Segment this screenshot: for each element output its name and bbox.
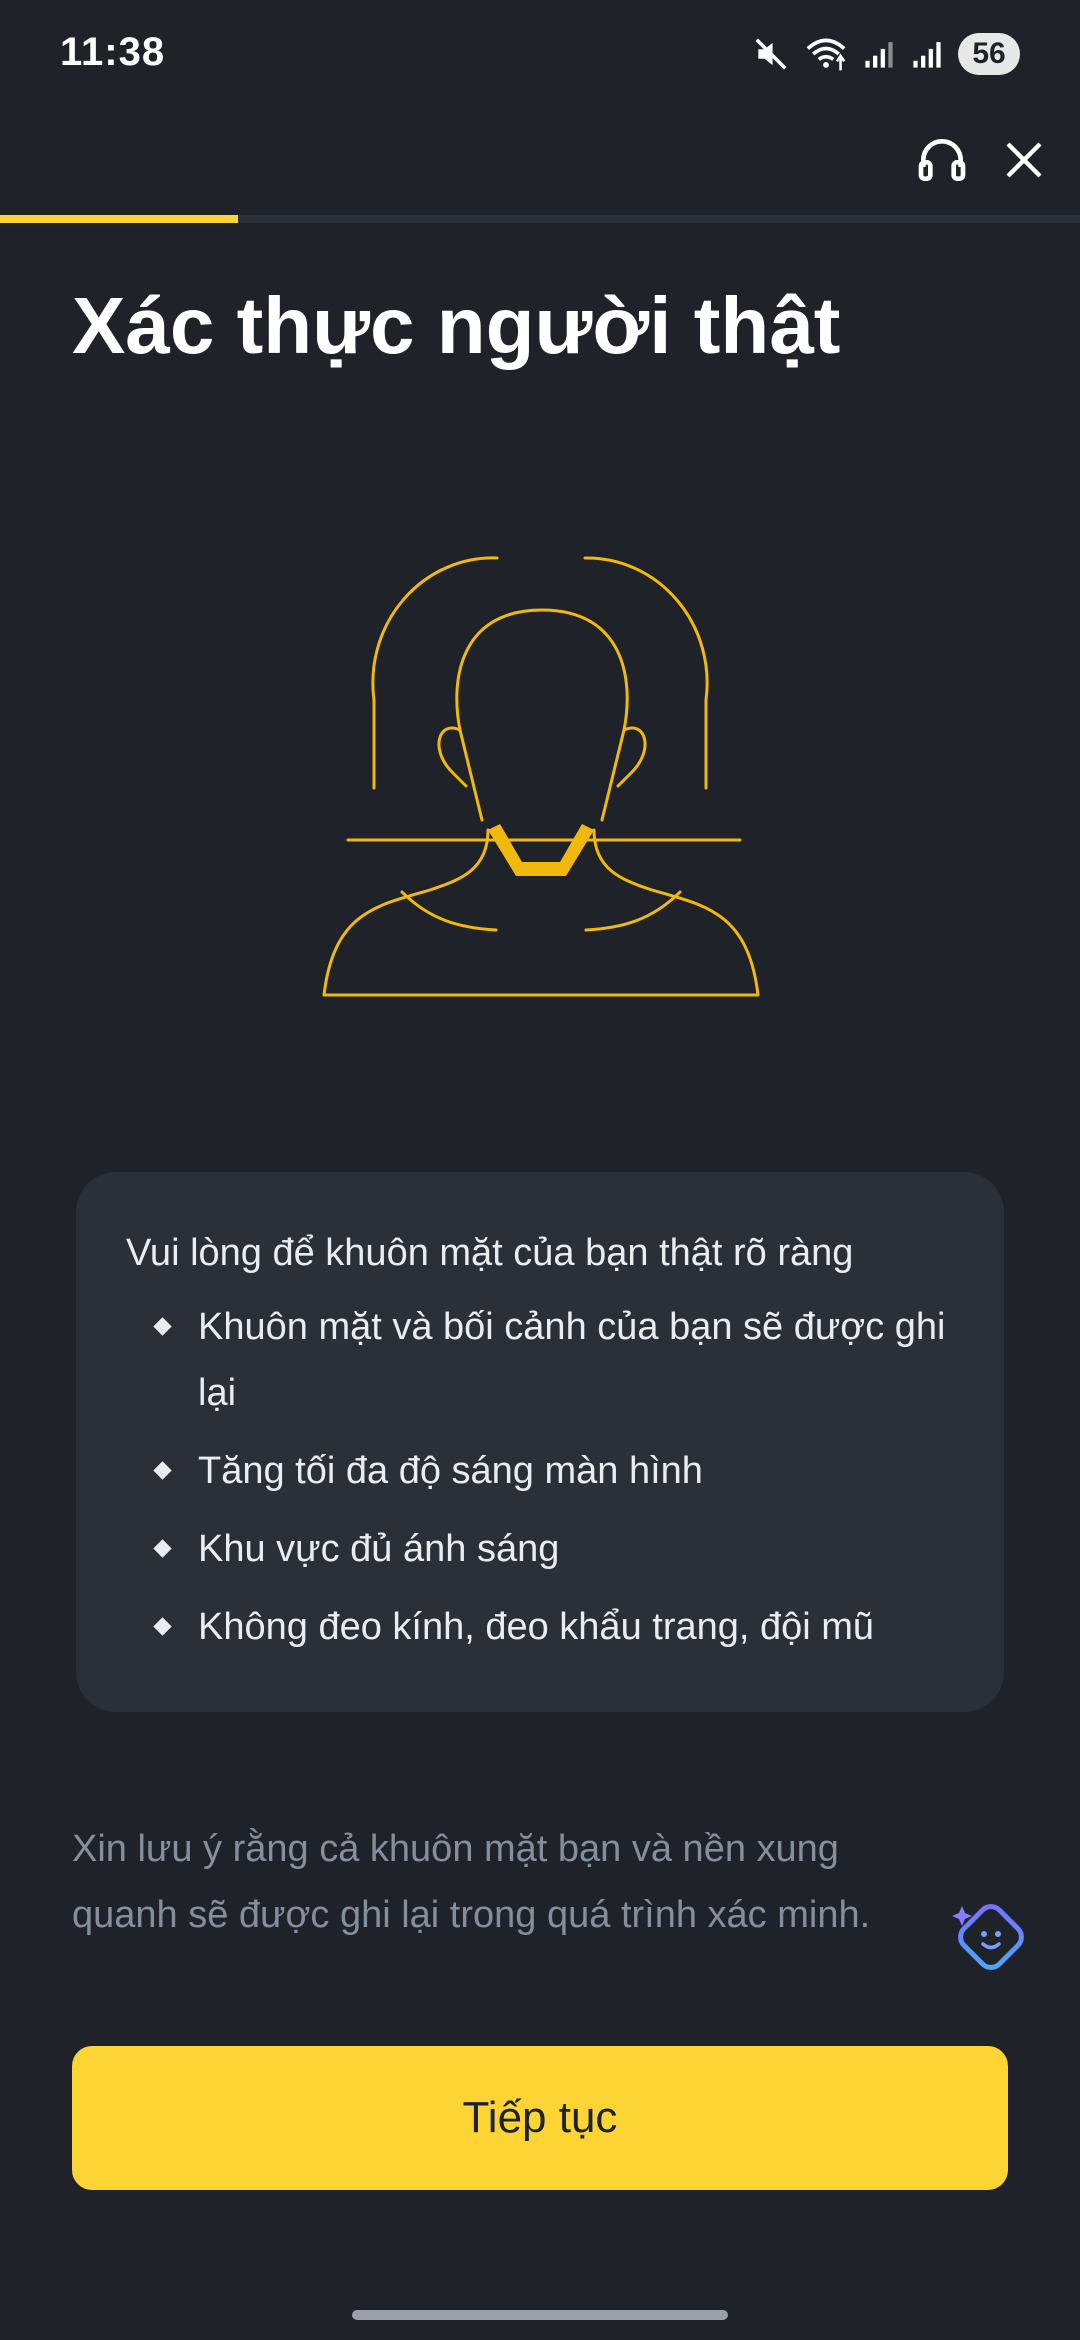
face-scan-illustration (322, 556, 760, 997)
list-item: Khuôn mặt và bối cảnh của bạn sẽ được gh… (126, 1294, 954, 1426)
close-button[interactable] (992, 128, 1056, 192)
home-indicator[interactable] (352, 2310, 728, 2320)
page-title: Xác thực người thật (72, 281, 841, 370)
signal-icon (913, 42, 941, 68)
support-button[interactable] (910, 128, 974, 192)
headset-icon (918, 139, 966, 181)
instructions-heading: Vui lòng để khuôn mặt của bạn thật rõ rà… (126, 1232, 854, 1274)
mute-icon (755, 38, 787, 70)
list-item-text: Khuôn mặt và bối cảnh của bạn sẽ được gh… (198, 1306, 946, 1414)
status-time: 11:38 (60, 30, 166, 74)
bullet-icon (153, 1317, 172, 1336)
list-item: Không đeo kính, đeo khẩu trang, đội mũ (126, 1594, 954, 1660)
instructions-list: Khuôn mặt và bối cảnh của bạn sẽ được gh… (126, 1294, 954, 1660)
list-item: Tăng tối đa độ sáng màn hình (126, 1438, 954, 1504)
list-item-text: Tăng tối đa độ sáng màn hình (198, 1450, 703, 1492)
list-item-text: Khu vực đủ ánh sáng (198, 1528, 560, 1570)
bullet-icon (153, 1617, 172, 1636)
top-nav (0, 110, 1080, 210)
privacy-note: Xin lưu ý rằng cả khuôn mặt bạn và nền x… (72, 1828, 871, 1936)
status-bar: 11:38 56 (0, 0, 1080, 110)
instructions-card: Vui lòng để khuôn mặt của bạn thật rõ rà… (76, 1172, 1004, 1712)
progress-fill (0, 215, 238, 223)
status-icons: 56 (752, 32, 1020, 76)
list-item-text: Không đeo kính, đeo khẩu trang, đội mũ (198, 1606, 875, 1648)
progress-bar (0, 215, 1080, 223)
list-item: Khu vực đủ ánh sáng (126, 1516, 954, 1582)
close-icon (1006, 142, 1042, 178)
continue-button[interactable]: Tiếp tục (72, 2046, 1008, 2190)
ai-assistant-icon (952, 1904, 1024, 1970)
wifi-icon (806, 38, 846, 71)
bullet-icon (153, 1539, 172, 1558)
battery-indicator: 56 (958, 33, 1020, 75)
assistant-button[interactable] (950, 1896, 1032, 1978)
signal-icon (865, 42, 893, 68)
bullet-icon (153, 1461, 172, 1480)
